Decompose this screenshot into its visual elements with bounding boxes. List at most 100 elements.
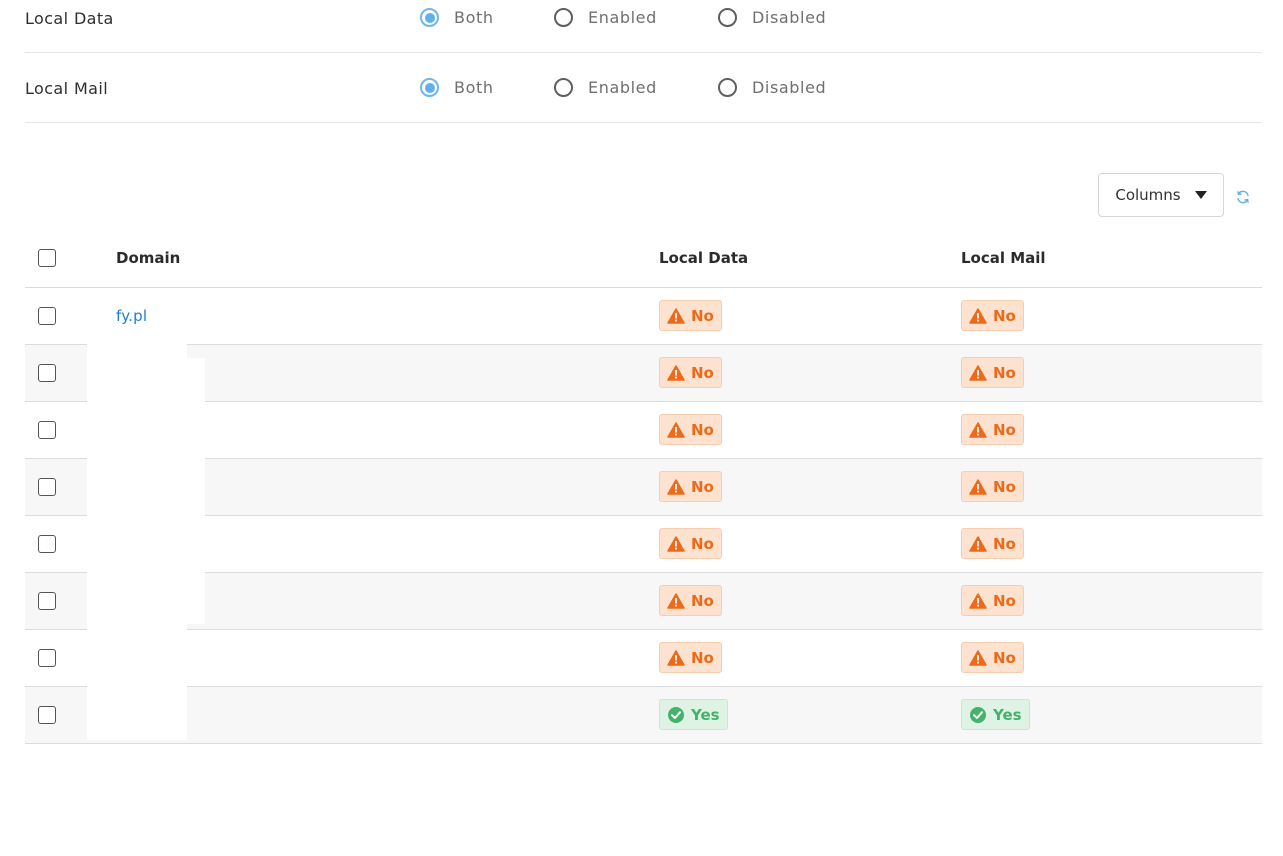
row-checkbox[interactable] — [38, 420, 56, 439]
check-circle-icon — [668, 706, 684, 723]
table-row[interactable]: comNoNo — [25, 458, 1262, 516]
radio-label: Enabled — [588, 78, 657, 97]
warning-icon — [969, 364, 987, 381]
local-data-cell: No — [659, 458, 961, 516]
local-mail-cell: No — [961, 287, 1262, 345]
local-data-status-badge: No — [659, 528, 722, 559]
radio-circle[interactable] — [420, 8, 439, 27]
local-data-filter-label: Local Data — [25, 9, 114, 28]
status-text: No — [993, 477, 1016, 496]
warning-icon — [667, 649, 685, 666]
domain-cell: fy.pl — [116, 287, 659, 345]
local-mail-both-radio[interactable]: Both — [420, 78, 494, 97]
local-data-both-radio[interactable]: Both — [420, 8, 494, 27]
columns-button-label: Columns — [1115, 186, 1181, 204]
local-mail-status-badge: No — [961, 642, 1024, 673]
domain-cell: api.com — [116, 686, 659, 744]
status-text: No — [691, 534, 714, 553]
warning-icon — [969, 421, 987, 438]
radio-circle[interactable] — [420, 78, 439, 97]
local-mail-status-badge: No — [961, 471, 1024, 502]
local-mail-enabled-radio[interactable]: Enabled — [554, 78, 657, 97]
status-text: No — [691, 648, 714, 667]
warning-icon — [667, 592, 685, 609]
warning-icon — [969, 592, 987, 609]
row-checkbox[interactable] — [38, 477, 56, 496]
table-row[interactable]: api.com Yes Yes — [25, 686, 1262, 744]
local-data-status-badge: No — [659, 471, 722, 502]
row-checkbox[interactable] — [38, 648, 56, 667]
status-text: No — [993, 534, 1016, 553]
columns-dropdown-button[interactable]: Columns — [1098, 173, 1224, 217]
local-data-status-badge: No — [659, 414, 722, 445]
status-text: No — [993, 591, 1016, 610]
local-mail-status-badge: No — [961, 414, 1024, 445]
local-mail-status-badge: No — [961, 585, 1024, 616]
row-checkbox[interactable] — [38, 534, 56, 553]
local-data-disabled-radio[interactable]: Disabled — [718, 8, 826, 27]
radio-label: Disabled — [752, 78, 827, 97]
domain-link[interactable]: fy.pl — [116, 307, 147, 325]
local-mail-cell: No — [961, 629, 1262, 687]
warning-icon — [667, 421, 685, 438]
local-mail-filter: Local Mail Both Enabled Disabled — [25, 53, 1262, 123]
row-checkbox[interactable] — [38, 705, 56, 724]
table-row[interactable]: No No — [25, 629, 1262, 687]
row-checkbox[interactable] — [38, 363, 56, 382]
domain-column-header[interactable]: Domain — [116, 229, 659, 288]
local-data-enabled-radio[interactable]: Enabled — [554, 8, 657, 27]
warning-icon — [667, 307, 685, 324]
local-mail-column-header[interactable]: Local Mail — [961, 229, 1262, 288]
warning-icon — [667, 535, 685, 552]
radio-circle[interactable] — [718, 8, 737, 27]
status-text: Yes — [993, 705, 1022, 724]
status-text: No — [691, 306, 714, 325]
table-row[interactable]: fy.pl No No — [25, 287, 1262, 345]
local-mail-disabled-radio[interactable]: Disabled — [718, 78, 826, 97]
local-data-status-badge: No — [659, 585, 722, 616]
row-checkbox[interactable] — [38, 306, 56, 325]
status-text: No — [993, 306, 1016, 325]
warning-icon — [969, 649, 987, 666]
status-text: No — [993, 363, 1016, 382]
warning-icon — [667, 364, 685, 381]
local-data-cell: No — [659, 572, 961, 630]
domain-cell — [116, 629, 659, 687]
local-mail-status-badge: Yes — [961, 699, 1030, 730]
table-row[interactable]: omNoNo — [25, 401, 1262, 459]
radio-label: Both — [454, 8, 494, 27]
status-text: No — [993, 420, 1016, 439]
local-data-status-badge: Yes — [659, 699, 728, 730]
local-data-cell: No — [659, 515, 961, 573]
status-text: No — [691, 591, 714, 610]
radio-circle[interactable] — [554, 78, 573, 97]
local-data-status-badge: No — [659, 300, 722, 331]
local-mail-cell: Yes — [961, 686, 1262, 744]
radio-circle[interactable] — [554, 8, 573, 27]
table-row[interactable]: kapi.comNoNo — [25, 344, 1262, 402]
row-select-cell — [25, 287, 116, 345]
local-data-cell: Yes — [659, 686, 961, 744]
domains-table: Domain Local Data Local Mail fy.plNoNoka… — [25, 229, 1262, 744]
warning-icon — [969, 478, 987, 495]
select-all-checkbox[interactable] — [38, 249, 56, 267]
refresh-icon[interactable] — [1235, 189, 1251, 205]
local-mail-status-badge: No — [961, 300, 1024, 331]
status-text: No — [993, 648, 1016, 667]
status-text: Yes — [691, 705, 720, 724]
status-text: No — [691, 477, 714, 496]
local-mail-cell: No — [961, 515, 1262, 573]
warning-icon — [667, 478, 685, 495]
row-checkbox[interactable] — [38, 591, 56, 610]
caret-down-icon — [1194, 191, 1207, 199]
table-row[interactable]: pi.comNoNo — [25, 572, 1262, 630]
table-row[interactable]: fybox.comNoNo — [25, 515, 1262, 573]
check-circle-icon — [970, 706, 986, 723]
local-data-cell: No — [659, 344, 961, 402]
local-data-cell: No — [659, 401, 961, 459]
radio-circle[interactable] — [718, 78, 737, 97]
local-data-column-header[interactable]: Local Data — [659, 229, 961, 288]
redaction-block — [183, 358, 205, 624]
local-data-cell: No — [659, 629, 961, 687]
status-text: No — [691, 420, 714, 439]
